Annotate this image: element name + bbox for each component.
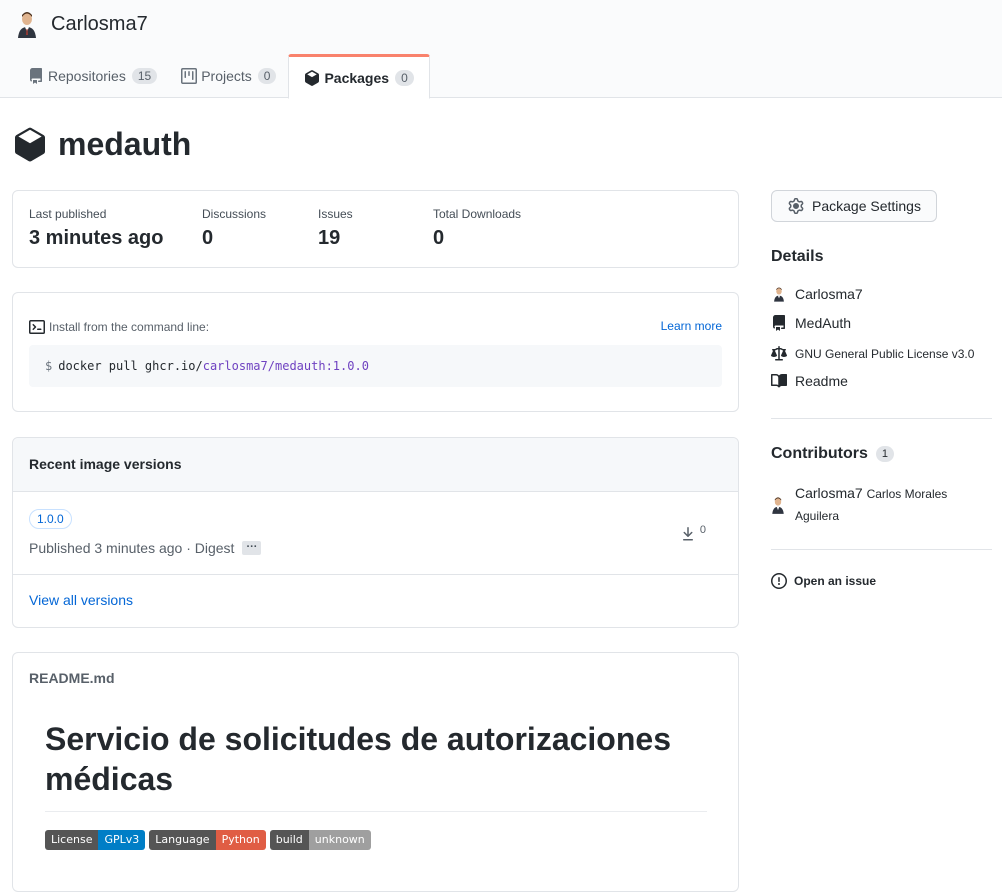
version-downloads: 0 bbox=[680, 524, 706, 542]
install-label: Install from the command line: bbox=[49, 320, 210, 334]
terminal-icon bbox=[29, 320, 45, 334]
badge-right: unknown bbox=[308, 830, 371, 850]
versions-title: Recent image versions bbox=[13, 438, 738, 492]
readme-filename: README.md bbox=[29, 670, 115, 686]
view-all-versions-link[interactable]: View all versions bbox=[29, 592, 133, 608]
stat-total-downloads: Total Downloads 0 bbox=[433, 207, 521, 250]
divider bbox=[771, 549, 992, 550]
package-name: medauth bbox=[58, 126, 192, 162]
stat-value: 0 bbox=[202, 227, 214, 249]
tab-label: Repositories bbox=[48, 68, 126, 84]
badge-right: GPLv3 bbox=[98, 830, 146, 850]
command-prefix: docker pull ghcr.io/ bbox=[58, 359, 203, 373]
profile-tabs: Repositories 15 Projects 0 Packages 0 bbox=[16, 54, 430, 99]
learn-more-link[interactable]: Learn more bbox=[661, 319, 722, 333]
digest-expand-button[interactable]: ··· bbox=[242, 541, 262, 555]
stat-discussions: Discussions 0 bbox=[202, 207, 266, 250]
readme-heading: Servicio de solicitudes de autorizacione… bbox=[45, 719, 707, 812]
contributor-full-name: Carlos Morales bbox=[866, 487, 948, 501]
version-tag[interactable]: 1.0.0 bbox=[29, 509, 72, 529]
contributors-title: Contributors 1 bbox=[771, 445, 894, 463]
avatar bbox=[772, 497, 784, 514]
stat-label: Issues bbox=[318, 207, 353, 221]
law-icon bbox=[771, 346, 787, 362]
repo-name: MedAuth bbox=[795, 315, 852, 331]
command-slash: / bbox=[267, 359, 275, 373]
version-published: Published 3 minutes ago · Digest bbox=[29, 540, 235, 556]
contributors-count: 1 bbox=[875, 446, 894, 462]
tab-projects[interactable]: Projects 0 bbox=[169, 54, 288, 98]
recent-versions: Recent image versions 1.0.0 Published 3 … bbox=[12, 437, 739, 628]
badge-left: Language bbox=[149, 830, 216, 850]
package-stats: Last published 3 minutes ago Discussions… bbox=[12, 190, 739, 268]
tab-count: 0 bbox=[257, 68, 277, 84]
user-info: Carlosma7 bbox=[16, 10, 148, 38]
stat-last-published: Last published 3 minutes ago bbox=[29, 207, 163, 250]
divider bbox=[771, 418, 992, 419]
tab-packages[interactable]: Packages 0 bbox=[288, 54, 430, 99]
tab-count: 0 bbox=[395, 69, 414, 86]
command-prompt: $ bbox=[45, 359, 53, 373]
package-icon bbox=[15, 127, 46, 161]
tab-label: Packages bbox=[324, 69, 390, 86]
book-icon bbox=[771, 373, 787, 389]
open-issue-label: Open an issue bbox=[794, 574, 877, 588]
owner-name: Carlosma7 bbox=[795, 286, 863, 302]
install-header: Install from the command line: bbox=[29, 319, 209, 335]
divider bbox=[13, 574, 738, 575]
detail-readme[interactable]: Readme bbox=[771, 373, 848, 389]
contributor-text: Carlosma7 Carlos Morales Aguilera bbox=[795, 483, 947, 527]
settings-label: Package Settings bbox=[812, 198, 921, 214]
issue-opened-icon bbox=[771, 573, 787, 589]
stat-label: Discussions bbox=[202, 207, 267, 221]
avatar bbox=[771, 286, 787, 302]
project-icon bbox=[181, 68, 198, 84]
badge-language[interactable]: Language Python bbox=[149, 830, 266, 850]
badge-right: Python bbox=[215, 830, 266, 850]
contributors-label: Contributors bbox=[771, 445, 868, 462]
package-icon bbox=[305, 69, 320, 86]
package-title: medauth bbox=[12, 126, 191, 163]
stat-label: Last published bbox=[29, 207, 107, 221]
tab-repositories[interactable]: Repositories 15 bbox=[16, 54, 169, 98]
badge-build[interactable]: build unknown bbox=[269, 830, 371, 850]
readme-badges: License GPLv3 Language Python build unkn… bbox=[45, 830, 375, 850]
open-issue-link[interactable]: Open an issue bbox=[771, 573, 876, 589]
stat-value: 19 bbox=[318, 227, 341, 249]
badge-license[interactable]: License GPLv3 bbox=[45, 830, 146, 850]
version-meta: Published 3 minutes ago · Digest ··· bbox=[29, 540, 262, 556]
stat-issues: Issues 19 bbox=[318, 207, 353, 250]
avatar[interactable] bbox=[16, 10, 38, 38]
contributor-item[interactable]: Carlosma7 Carlos Morales Aguilera bbox=[771, 483, 992, 527]
details-title: Details bbox=[771, 248, 824, 265]
command-user: carlosma7 bbox=[202, 359, 268, 373]
readme-link: Readme bbox=[795, 373, 848, 389]
license-name: GNU General Public License v3.0 bbox=[795, 347, 975, 361]
download-icon bbox=[682, 527, 693, 541]
stat-value: 0 bbox=[433, 227, 445, 249]
contributor-full-name-cont: Aguilera bbox=[795, 509, 840, 523]
download-count: 0 bbox=[699, 524, 706, 536]
detail-repo[interactable]: MedAuth bbox=[771, 315, 851, 331]
contributor-login: Carlosma7 bbox=[795, 485, 863, 501]
profile-header: Carlosma7 Repositories 15 Projects 0 Pac… bbox=[0, 0, 1002, 99]
command-image: medauth:1.0.0 bbox=[275, 359, 369, 373]
badge-left: License bbox=[45, 830, 99, 850]
repo-icon bbox=[29, 68, 42, 84]
package-settings-button[interactable]: Package Settings bbox=[771, 190, 937, 222]
tab-count: 15 bbox=[131, 68, 158, 84]
detail-license[interactable]: GNU General Public License v3.0 bbox=[771, 346, 974, 362]
repo-icon bbox=[771, 315, 787, 331]
install-box: Install from the command line: Learn mor… bbox=[12, 292, 739, 412]
badge-left: build bbox=[269, 830, 309, 850]
stat-label: Total Downloads bbox=[433, 207, 522, 221]
tab-label: Projects bbox=[201, 68, 252, 84]
detail-owner[interactable]: Carlosma7 bbox=[771, 286, 863, 302]
gear-icon bbox=[788, 198, 804, 214]
username[interactable]: Carlosma7 bbox=[51, 13, 148, 36]
stat-value: 3 minutes ago bbox=[29, 227, 164, 249]
install-command[interactable]: $ docker pull ghcr.io/carlosma7/medauth:1… bbox=[29, 345, 722, 387]
readme-box: README.md Servicio de solicitudes de aut… bbox=[12, 652, 739, 892]
